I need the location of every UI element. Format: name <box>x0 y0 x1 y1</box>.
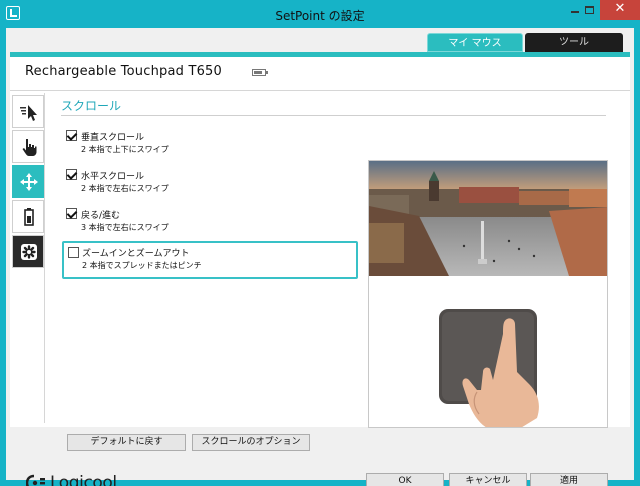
title-bar: SetPoint の設定 ✕ <box>0 0 640 28</box>
option-description: 3 本指で左右にスワイプ <box>81 223 169 232</box>
move-arrows-icon <box>20 173 38 191</box>
device-name: Rechargeable Touchpad T650 <box>25 64 222 79</box>
back-forward-checkbox[interactable] <box>66 208 77 219</box>
option-label: 垂直スクロール <box>81 133 145 143</box>
tab-my-mouse[interactable]: マイ マウス <box>427 33 523 52</box>
option-back-forward[interactable]: 戻る/進む 3 本指で左右にスワイプ <box>62 203 358 241</box>
option-horizontal-scroll[interactable]: 水平スクロール 2 本指で左右にスワイプ <box>62 164 358 202</box>
sidebar <box>12 95 44 270</box>
sidebar-item-pointer[interactable] <box>12 95 44 128</box>
settings-gear-icon <box>21 244 37 260</box>
apply-button[interactable]: 適用 <box>530 473 608 486</box>
close-button[interactable]: ✕ <box>600 0 640 20</box>
option-vertical-scroll[interactable]: 垂直スクロール 2 本指で上下にスワイプ <box>62 125 358 163</box>
city-photo <box>369 161 607 276</box>
sidebar-item-scroll[interactable] <box>12 165 44 198</box>
header-divider <box>10 90 630 91</box>
option-description: 2 本指で左右にスワイプ <box>81 184 169 193</box>
window-frame: マイ マウス ツール Rechargeable Touchpad T650 スク… <box>0 28 640 486</box>
option-description: 2 本指で上下にスワイプ <box>81 145 169 154</box>
zoom-checkbox[interactable] <box>68 247 79 258</box>
client-area: マイ マウス ツール Rechargeable Touchpad T650 スク… <box>6 28 634 486</box>
section-title: スクロール <box>61 99 122 113</box>
ok-button[interactable]: OK <box>366 473 444 486</box>
battery-status-icon <box>24 208 34 226</box>
scroll-options-button[interactable]: スクロールのオプション <box>192 434 310 451</box>
sidebar-item-settings[interactable] <box>12 235 44 268</box>
hand-tap-icon <box>22 139 37 156</box>
option-description: 2 本指でスプレッドまたはピンチ <box>82 261 202 270</box>
touchpad-illustration <box>369 276 607 427</box>
maximize-icon <box>585 6 594 14</box>
horizontal-scroll-checkbox[interactable] <box>66 169 77 180</box>
option-label: 戻る/進む <box>81 211 121 221</box>
restore-default-button[interactable]: デフォルトに戻す <box>67 434 186 451</box>
option-label: 水平スクロール <box>81 172 145 182</box>
window-title: SetPoint の設定 <box>275 9 365 23</box>
brand-name: Logicool <box>50 473 117 486</box>
logicool-logo-icon <box>26 474 45 486</box>
pointer-icon <box>20 105 37 121</box>
option-zoom[interactable]: ズームインとズームアウト 2 本指でスプレッドまたはピンチ <box>62 241 358 279</box>
option-label: ズームインとズームアウト <box>82 249 190 259</box>
section-divider <box>61 115 606 116</box>
sidebar-item-gestures[interactable] <box>12 130 44 163</box>
battery-icon <box>252 69 268 76</box>
tab-tools[interactable]: ツール <box>525 33 623 52</box>
gesture-preview <box>368 160 608 428</box>
cancel-button[interactable]: キャンセル <box>449 473 527 486</box>
vertical-scroll-checkbox[interactable] <box>66 130 77 141</box>
touchpad-hand-icon <box>439 309 539 427</box>
sidebar-item-battery[interactable] <box>12 200 44 233</box>
maximize-button[interactable] <box>578 0 602 20</box>
